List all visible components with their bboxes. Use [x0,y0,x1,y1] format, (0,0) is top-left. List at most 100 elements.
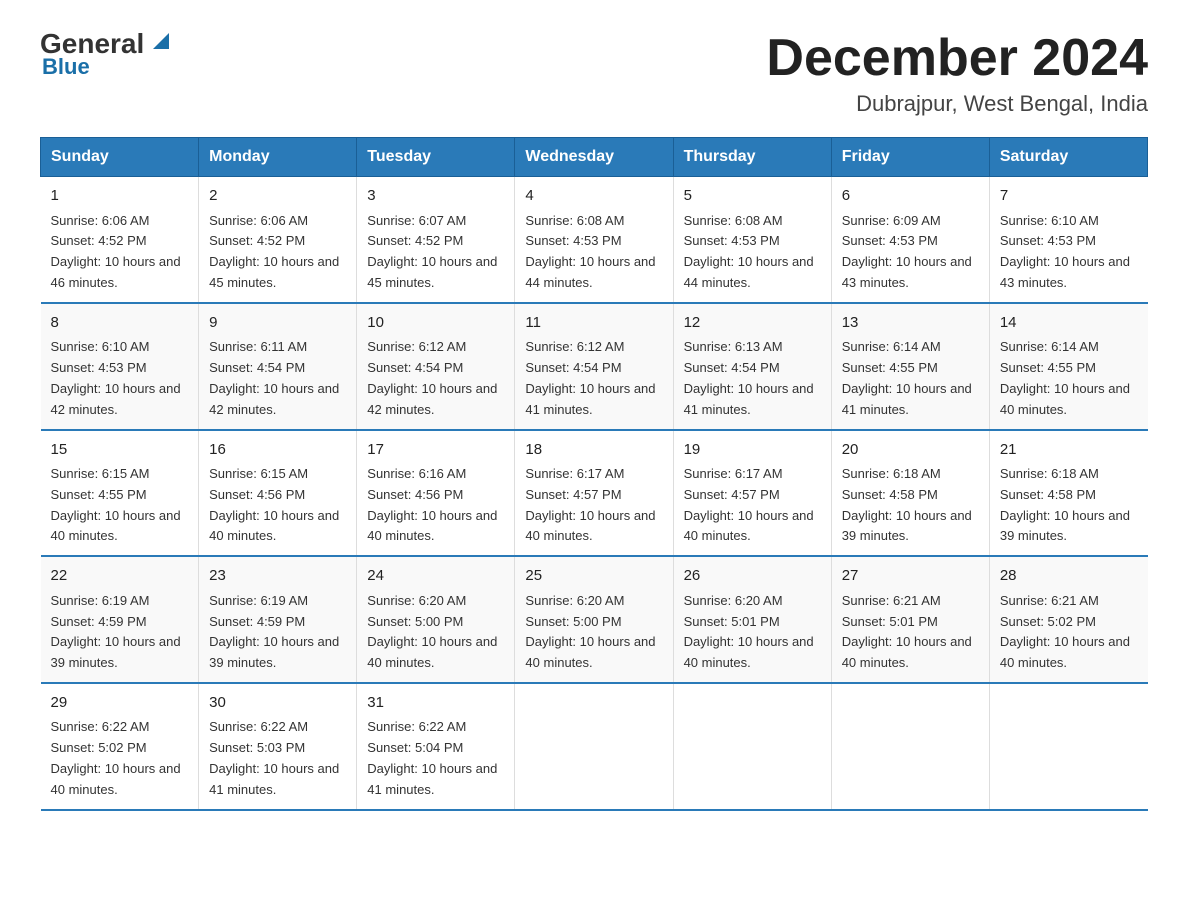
day-info: Sunrise: 6:19 AMSunset: 4:59 PMDaylight:… [209,591,346,674]
calendar-cell: 29Sunrise: 6:22 AMSunset: 5:02 PMDayligh… [41,683,199,810]
day-number: 7 [1000,185,1138,208]
day-info: Sunrise: 6:06 AMSunset: 4:52 PMDaylight:… [51,211,189,294]
calendar-cell: 3 Sunrise: 6:07 AMSunset: 4:52 PMDaylight… [357,177,515,303]
calendar-cell: 15Sunrise: 6:15 AMSunset: 4:55 PMDayligh… [41,430,199,557]
day-number: 13 [842,312,979,335]
day-number: 3 [367,185,504,208]
calendar-cell: 26Sunrise: 6:20 AMSunset: 5:01 PMDayligh… [673,556,831,683]
day-info: Sunrise: 6:12 AMSunset: 4:54 PMDaylight:… [367,337,504,420]
day-number: 14 [1000,312,1138,335]
day-info: Sunrise: 6:08 AMSunset: 4:53 PMDaylight:… [525,211,662,294]
day-number: 8 [51,312,189,335]
day-info: Sunrise: 6:14 AMSunset: 4:55 PMDaylight:… [842,337,979,420]
calendar-week-row: 29Sunrise: 6:22 AMSunset: 5:02 PMDayligh… [41,683,1148,810]
col-tuesday: Tuesday [357,138,515,177]
day-info: Sunrise: 6:22 AMSunset: 5:04 PMDaylight:… [367,717,504,800]
day-number: 4 [525,185,662,208]
day-info: Sunrise: 6:12 AMSunset: 4:54 PMDaylight:… [525,337,662,420]
day-info: Sunrise: 6:22 AMSunset: 5:03 PMDaylight:… [209,717,346,800]
calendar-cell: 17Sunrise: 6:16 AMSunset: 4:56 PMDayligh… [357,430,515,557]
page-header: General Blue December 2024 Dubrajpur, We… [40,30,1148,117]
month-title: December 2024 [766,30,1148,87]
day-number: 9 [209,312,346,335]
day-number: 28 [1000,565,1138,588]
col-friday: Friday [831,138,989,177]
day-number: 18 [525,439,662,462]
day-info: Sunrise: 6:08 AMSunset: 4:53 PMDaylight:… [684,211,821,294]
calendar-table: Sunday Monday Tuesday Wednesday Thursday… [40,137,1148,810]
calendar-cell: 10Sunrise: 6:12 AMSunset: 4:54 PMDayligh… [357,303,515,430]
calendar-week-row: 22 Sunrise: 6:19 AMSunset: 4:59 PMDayligh… [41,556,1148,683]
day-number: 27 [842,565,979,588]
calendar-cell: 11Sunrise: 6:12 AMSunset: 4:54 PMDayligh… [515,303,673,430]
day-number: 6 [842,185,979,208]
calendar-cell: 18Sunrise: 6:17 AMSunset: 4:57 PMDayligh… [515,430,673,557]
day-number: 15 [51,439,189,462]
day-number: 31 [367,692,504,715]
day-info: Sunrise: 6:17 AMSunset: 4:57 PMDaylight:… [684,464,821,547]
day-info: Sunrise: 6:10 AMSunset: 4:53 PMDaylight:… [1000,211,1138,294]
day-number: 26 [684,565,821,588]
calendar-cell: 31Sunrise: 6:22 AMSunset: 5:04 PMDayligh… [357,683,515,810]
col-saturday: Saturday [989,138,1147,177]
day-info: Sunrise: 6:21 AMSunset: 5:02 PMDaylight:… [1000,591,1138,674]
logo: General Blue [40,30,169,80]
day-number: 5 [684,185,821,208]
calendar-week-row: 1Sunrise: 6:06 AMSunset: 4:52 PMDaylight… [41,177,1148,303]
location-title: Dubrajpur, West Bengal, India [766,91,1148,117]
day-number: 17 [367,439,504,462]
day-number: 11 [525,312,662,335]
calendar-cell: 27 Sunrise: 6:21 AMSunset: 5:01 PMDayligh… [831,556,989,683]
logo-subtitle: Blue [42,54,90,80]
day-number: 20 [842,439,979,462]
day-info: Sunrise: 6:18 AMSunset: 4:58 PMDaylight:… [1000,464,1138,547]
col-monday: Monday [199,138,357,177]
calendar-cell: 25Sunrise: 6:20 AMSunset: 5:00 PMDayligh… [515,556,673,683]
day-info: Sunrise: 6:07 AMSunset: 4:52 PMDaylight:… [367,211,504,294]
calendar-cell: 2 Sunrise: 6:06 AMSunset: 4:52 PMDaylight… [199,177,357,303]
calendar-cell: 16Sunrise: 6:15 AMSunset: 4:56 PMDayligh… [199,430,357,557]
day-number: 12 [684,312,821,335]
day-info: Sunrise: 6:19 AMSunset: 4:59 PMDaylight:… [51,591,189,674]
calendar-week-row: 8Sunrise: 6:10 AMSunset: 4:53 PMDaylight… [41,303,1148,430]
day-number: 30 [209,692,346,715]
calendar-cell [515,683,673,810]
day-info: Sunrise: 6:06 AMSunset: 4:52 PMDaylight:… [209,211,346,294]
day-info: Sunrise: 6:09 AMSunset: 4:53 PMDaylight:… [842,211,979,294]
day-info: Sunrise: 6:14 AMSunset: 4:55 PMDaylight:… [1000,337,1138,420]
day-info: Sunrise: 6:18 AMSunset: 4:58 PMDaylight:… [842,464,979,547]
day-info: Sunrise: 6:11 AMSunset: 4:54 PMDaylight:… [209,337,346,420]
day-info: Sunrise: 6:15 AMSunset: 4:56 PMDaylight:… [209,464,346,547]
calendar-cell: 9Sunrise: 6:11 AMSunset: 4:54 PMDaylight… [199,303,357,430]
calendar-cell: 1Sunrise: 6:06 AMSunset: 4:52 PMDaylight… [41,177,199,303]
calendar-cell: 5 Sunrise: 6:08 AMSunset: 4:53 PMDaylight… [673,177,831,303]
col-thursday: Thursday [673,138,831,177]
calendar-cell: 7 Sunrise: 6:10 AMSunset: 4:53 PMDaylight… [989,177,1147,303]
calendar-cell: 30Sunrise: 6:22 AMSunset: 5:03 PMDayligh… [199,683,357,810]
day-info: Sunrise: 6:16 AMSunset: 4:56 PMDaylight:… [367,464,504,547]
col-sunday: Sunday [41,138,199,177]
day-number: 2 [209,185,346,208]
title-block: December 2024 Dubrajpur, West Bengal, In… [766,30,1148,117]
day-number: 29 [51,692,189,715]
calendar-cell [989,683,1147,810]
day-number: 21 [1000,439,1138,462]
calendar-cell: 13Sunrise: 6:14 AMSunset: 4:55 PMDayligh… [831,303,989,430]
calendar-cell: 20Sunrise: 6:18 AMSunset: 4:58 PMDayligh… [831,430,989,557]
calendar-cell: 12Sunrise: 6:13 AMSunset: 4:54 PMDayligh… [673,303,831,430]
day-info: Sunrise: 6:17 AMSunset: 4:57 PMDaylight:… [525,464,662,547]
day-number: 22 [51,565,189,588]
calendar-cell: 23 Sunrise: 6:19 AMSunset: 4:59 PMDayligh… [199,556,357,683]
day-info: Sunrise: 6:21 AMSunset: 5:01 PMDaylight:… [842,591,979,674]
calendar-cell: 19Sunrise: 6:17 AMSunset: 4:57 PMDayligh… [673,430,831,557]
calendar-cell: 22 Sunrise: 6:19 AMSunset: 4:59 PMDayligh… [41,556,199,683]
day-info: Sunrise: 6:10 AMSunset: 4:53 PMDaylight:… [51,337,189,420]
calendar-cell [831,683,989,810]
day-info: Sunrise: 6:22 AMSunset: 5:02 PMDaylight:… [51,717,189,800]
day-number: 10 [367,312,504,335]
day-info: Sunrise: 6:15 AMSunset: 4:55 PMDaylight:… [51,464,189,547]
day-number: 23 [209,565,346,588]
calendar-cell [673,683,831,810]
calendar-cell: 24Sunrise: 6:20 AMSunset: 5:00 PMDayligh… [357,556,515,683]
day-number: 25 [525,565,662,588]
